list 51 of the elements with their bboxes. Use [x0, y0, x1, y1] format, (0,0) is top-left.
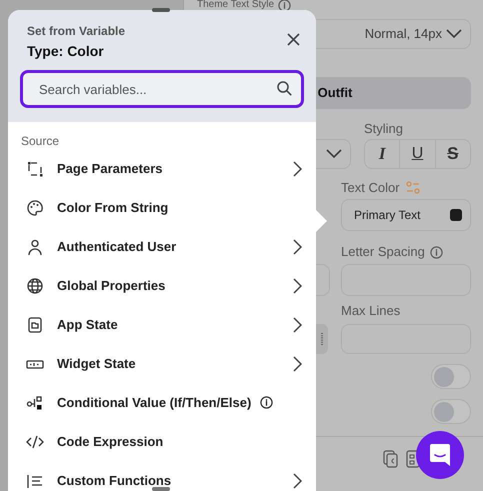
corner-frame-icon	[26, 160, 44, 178]
info-icon	[430, 246, 443, 258]
globe-icon	[26, 276, 44, 294]
chevron-right-icon	[293, 278, 302, 294]
chat-icon	[430, 444, 450, 466]
info-icon	[278, 0, 292, 12]
chevron-right-icon	[293, 316, 302, 332]
source-item[interactable]: Code Expression	[21, 422, 303, 461]
chevron-right-icon	[293, 160, 302, 176]
chevron-right-icon	[293, 238, 302, 254]
color-swatch	[450, 209, 462, 221]
copy-icon[interactable]	[383, 450, 398, 468]
search-icon	[277, 81, 292, 96]
close-button[interactable]	[285, 31, 301, 47]
source-item[interactable]: Global Properties	[21, 266, 303, 305]
source-item[interactable]: Page Parameters	[21, 149, 303, 188]
info-icon	[260, 396, 274, 409]
underline-button[interactable]: U	[399, 140, 435, 168]
source-item[interactable]: Color From String	[21, 188, 303, 227]
search-field[interactable]: Search variables...	[20, 70, 304, 108]
modal-title: Type: Color	[26, 42, 105, 60]
drag-handle-icon	[321, 333, 323, 345]
palette-icon	[26, 198, 44, 216]
field-label: Text Color	[341, 179, 400, 198]
source-item[interactable]: App State	[21, 305, 303, 344]
strikethrough-button[interactable]: S	[434, 140, 470, 168]
chat-button[interactable]	[416, 431, 464, 479]
chevron-down-icon	[326, 149, 342, 159]
section-label: Source	[21, 133, 60, 149]
italic-button[interactable]: I	[365, 140, 400, 168]
source-item[interactable]: Custom Functions	[21, 461, 303, 491]
field-label: Letter Spacing	[341, 243, 425, 262]
chevron-right-icon	[293, 472, 302, 488]
chevron-down-icon	[446, 29, 462, 39]
text-color-field[interactable]: Primary Text	[341, 199, 471, 231]
drag-handle[interactable]	[152, 8, 170, 12]
field-label: Max Lines	[341, 302, 400, 320]
branch-icon	[26, 394, 44, 412]
source-item[interactable]: Conditional Value (If/Then/Else)	[21, 383, 303, 422]
drag-handle[interactable]	[152, 487, 170, 491]
toggle-switch[interactable]	[431, 364, 471, 389]
toggle-switch[interactable]	[431, 399, 471, 424]
modal-subtitle: Set from Variable	[26, 24, 126, 38]
field-label: Styling	[364, 120, 404, 135]
field-label: Theme Text Style	[197, 0, 274, 10]
source-item[interactable]: Widget State	[21, 344, 303, 383]
chevron-right-icon	[293, 356, 302, 372]
source-item[interactable]: Authenticated User	[21, 227, 303, 266]
user-icon	[26, 238, 44, 256]
close-icon	[286, 32, 300, 46]
folder-card-icon	[26, 316, 44, 334]
